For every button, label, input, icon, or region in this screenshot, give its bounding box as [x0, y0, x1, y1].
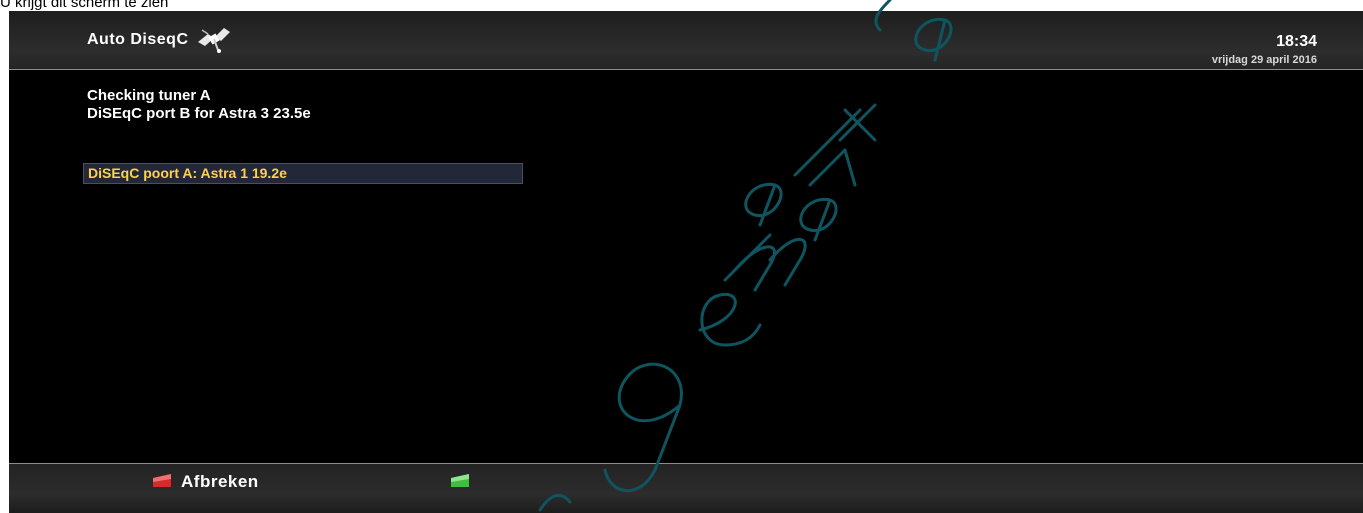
list-item-selected[interactable]: DiSEqC poort A: Astra 1 19.2e — [83, 163, 523, 184]
page-caption: U krijgt dit scherm te zien — [0, 0, 169, 11]
clock-time: 18:34 — [1276, 33, 1317, 50]
green-key-icon[interactable] — [450, 474, 470, 488]
red-key-label[interactable]: Afbreken — [181, 472, 259, 492]
status-tuner: Checking tuner A — [87, 87, 211, 104]
status-port: DiSEqC port B for Astra 3 23.5e — [87, 105, 311, 122]
header-bar: Auto DiseqC 18:34 vrijdag 29 april 2016 — [9, 11, 1363, 70]
satellite-icon — [198, 28, 230, 53]
footer-bar: Afbreken — [9, 463, 1363, 513]
clock-date: vrijdag 29 april 2016 — [1211, 54, 1317, 66]
tv-screen: Auto DiseqC 18:34 vrijdag 29 april 2016 … — [9, 11, 1363, 513]
screen-title: Auto DiseqC — [87, 31, 189, 48]
diseqc-result-list: DiSEqC poort A: Astra 1 19.2e — [83, 163, 523, 184]
red-key-icon — [153, 474, 171, 487]
